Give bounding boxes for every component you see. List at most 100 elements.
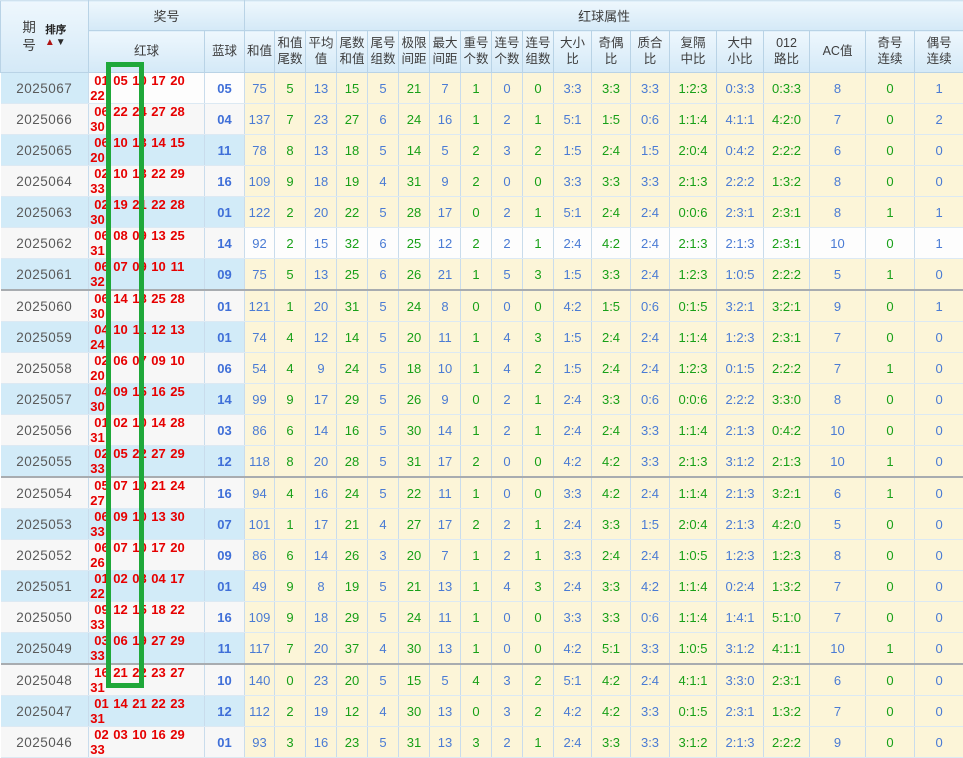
attr-cell: 1:3:2 bbox=[764, 696, 810, 727]
red-ball: 25 bbox=[150, 291, 167, 306]
attr-cell: 24 bbox=[337, 477, 368, 509]
red-balls-column-header: 红球 bbox=[89, 31, 205, 73]
attr-cell: 0 bbox=[461, 290, 492, 322]
attr-cell: 0 bbox=[492, 602, 523, 633]
attr-cell: 9 bbox=[275, 571, 306, 602]
red-ball: 26 bbox=[89, 555, 106, 570]
attr-cell: 4 bbox=[461, 664, 492, 696]
blue-ball: 01 bbox=[217, 299, 231, 314]
attr-cell: 5:1 bbox=[592, 633, 631, 665]
red-ball: 19 bbox=[112, 197, 129, 212]
attr-cell: 5 bbox=[368, 322, 399, 353]
attr-cell: 1:2:3 bbox=[717, 322, 764, 353]
blue-ball-cell: 01 bbox=[205, 571, 245, 602]
period-cell: 2025062 bbox=[1, 228, 89, 259]
attr-cell: 1 bbox=[461, 415, 492, 446]
red-ball: 30 bbox=[89, 306, 106, 321]
red-ball: 11 bbox=[131, 322, 148, 337]
attr-cell: 12 bbox=[337, 696, 368, 727]
attr-cell: 17 bbox=[430, 446, 461, 478]
red-ball: 25 bbox=[169, 384, 186, 399]
red-ball: 04 bbox=[93, 322, 110, 337]
attr-cell: 117 bbox=[245, 633, 275, 665]
attr-cell: 4 bbox=[368, 696, 399, 727]
period-cell: 2025056 bbox=[1, 415, 89, 446]
attr-cell: 94 bbox=[245, 477, 275, 509]
attr-column-header: 和值 bbox=[245, 31, 275, 73]
attr-cell: 7 bbox=[810, 104, 866, 135]
blue-ball: 10 bbox=[217, 673, 231, 688]
attr-cell: 7 bbox=[810, 696, 866, 727]
red-ball: 10 bbox=[131, 727, 148, 742]
red-ball: 21 bbox=[112, 665, 129, 680]
attr-cell: 0 bbox=[275, 664, 306, 696]
attr-cell: 4:2:0 bbox=[764, 509, 810, 540]
attr-cell: 2 bbox=[523, 664, 554, 696]
attr-cell: 74 bbox=[245, 322, 275, 353]
sort-descending-icon[interactable]: ▼ bbox=[56, 37, 67, 48]
attr-cell: 20 bbox=[306, 446, 337, 478]
period-cell: 2025057 bbox=[1, 384, 89, 415]
attr-cell: 0:1:5 bbox=[670, 696, 717, 727]
red-ball: 11 bbox=[169, 259, 186, 274]
red-ball: 27 bbox=[150, 446, 167, 461]
attr-cell: 3:2:1 bbox=[717, 290, 764, 322]
blue-ball: 14 bbox=[217, 236, 231, 251]
attr-cell: 1 bbox=[866, 353, 915, 384]
attr-cell: 5 bbox=[810, 259, 866, 291]
red-ball: 09 bbox=[131, 228, 148, 243]
attr-cell: 0 bbox=[461, 696, 492, 727]
attr-cell: 13 bbox=[430, 696, 461, 727]
table-row: 2025060061418252830011211203152480004:21… bbox=[1, 290, 963, 322]
attr-cell: 2 bbox=[461, 228, 492, 259]
attr-cell: 16 bbox=[306, 477, 337, 509]
attr-cell: 1 bbox=[275, 509, 306, 540]
attr-column-header: 最大 间距 bbox=[430, 31, 461, 73]
blue-ball: 05 bbox=[217, 81, 231, 96]
red-ball: 27 bbox=[150, 633, 167, 648]
attr-cell: 1 bbox=[275, 290, 306, 322]
attr-cell: 11 bbox=[430, 322, 461, 353]
attr-cell: 15 bbox=[337, 73, 368, 104]
attr-cell: 30 bbox=[399, 415, 430, 446]
period-cell: 2025053 bbox=[1, 509, 89, 540]
attr-cell: 31 bbox=[399, 446, 430, 478]
attr-cell: 2 bbox=[461, 135, 492, 166]
prize-group-header: 奖号 bbox=[89, 1, 245, 31]
red-ball: 28 bbox=[169, 104, 186, 119]
red-balls-cell: 050710212427 bbox=[89, 477, 205, 509]
attr-cell: 37 bbox=[337, 633, 368, 665]
attr-cell: 4 bbox=[275, 477, 306, 509]
attr-column-header: 平均 值 bbox=[306, 31, 337, 73]
attr-cell: 4:2 bbox=[592, 664, 631, 696]
attr-cell: 7 bbox=[430, 73, 461, 104]
red-ball: 06 bbox=[93, 104, 110, 119]
attr-cell: 3:3 bbox=[592, 602, 631, 633]
attr-cell: 27 bbox=[337, 104, 368, 135]
blue-ball-cell: 07 bbox=[205, 509, 245, 540]
attr-cell: 15 bbox=[399, 664, 430, 696]
attr-cell: 13 bbox=[430, 633, 461, 665]
attr-cell: 4:1:1 bbox=[670, 664, 717, 696]
red-ball: 29 bbox=[169, 727, 186, 742]
attr-cell: 13 bbox=[306, 73, 337, 104]
red-ball: 27 bbox=[89, 493, 106, 508]
attr-cell: 4:1:1 bbox=[764, 633, 810, 665]
attr-cell: 1:1:4 bbox=[670, 322, 717, 353]
attr-cell: 0 bbox=[866, 415, 915, 446]
blue-ball: 11 bbox=[218, 143, 232, 158]
red-ball: 13 bbox=[169, 322, 186, 337]
attr-column-header: 奇偶 比 bbox=[592, 31, 631, 73]
attr-cell: 7 bbox=[810, 353, 866, 384]
attr-cell: 1 bbox=[523, 197, 554, 228]
red-balls-cell: 010210142831 bbox=[89, 415, 205, 446]
sort-ascending-icon[interactable]: ▲ bbox=[45, 37, 56, 48]
attr-cell: 0 bbox=[492, 290, 523, 322]
attr-cell: 20 bbox=[306, 633, 337, 665]
attr-cell: 1:0:5 bbox=[670, 633, 717, 665]
period-cell: 2025055 bbox=[1, 446, 89, 478]
sort-control[interactable]: 排序 ▲▼ bbox=[45, 25, 67, 48]
red-ball: 09 bbox=[93, 602, 110, 617]
sort-label: 排序 bbox=[45, 25, 66, 36]
attr-cell: 0:3:3 bbox=[764, 73, 810, 104]
